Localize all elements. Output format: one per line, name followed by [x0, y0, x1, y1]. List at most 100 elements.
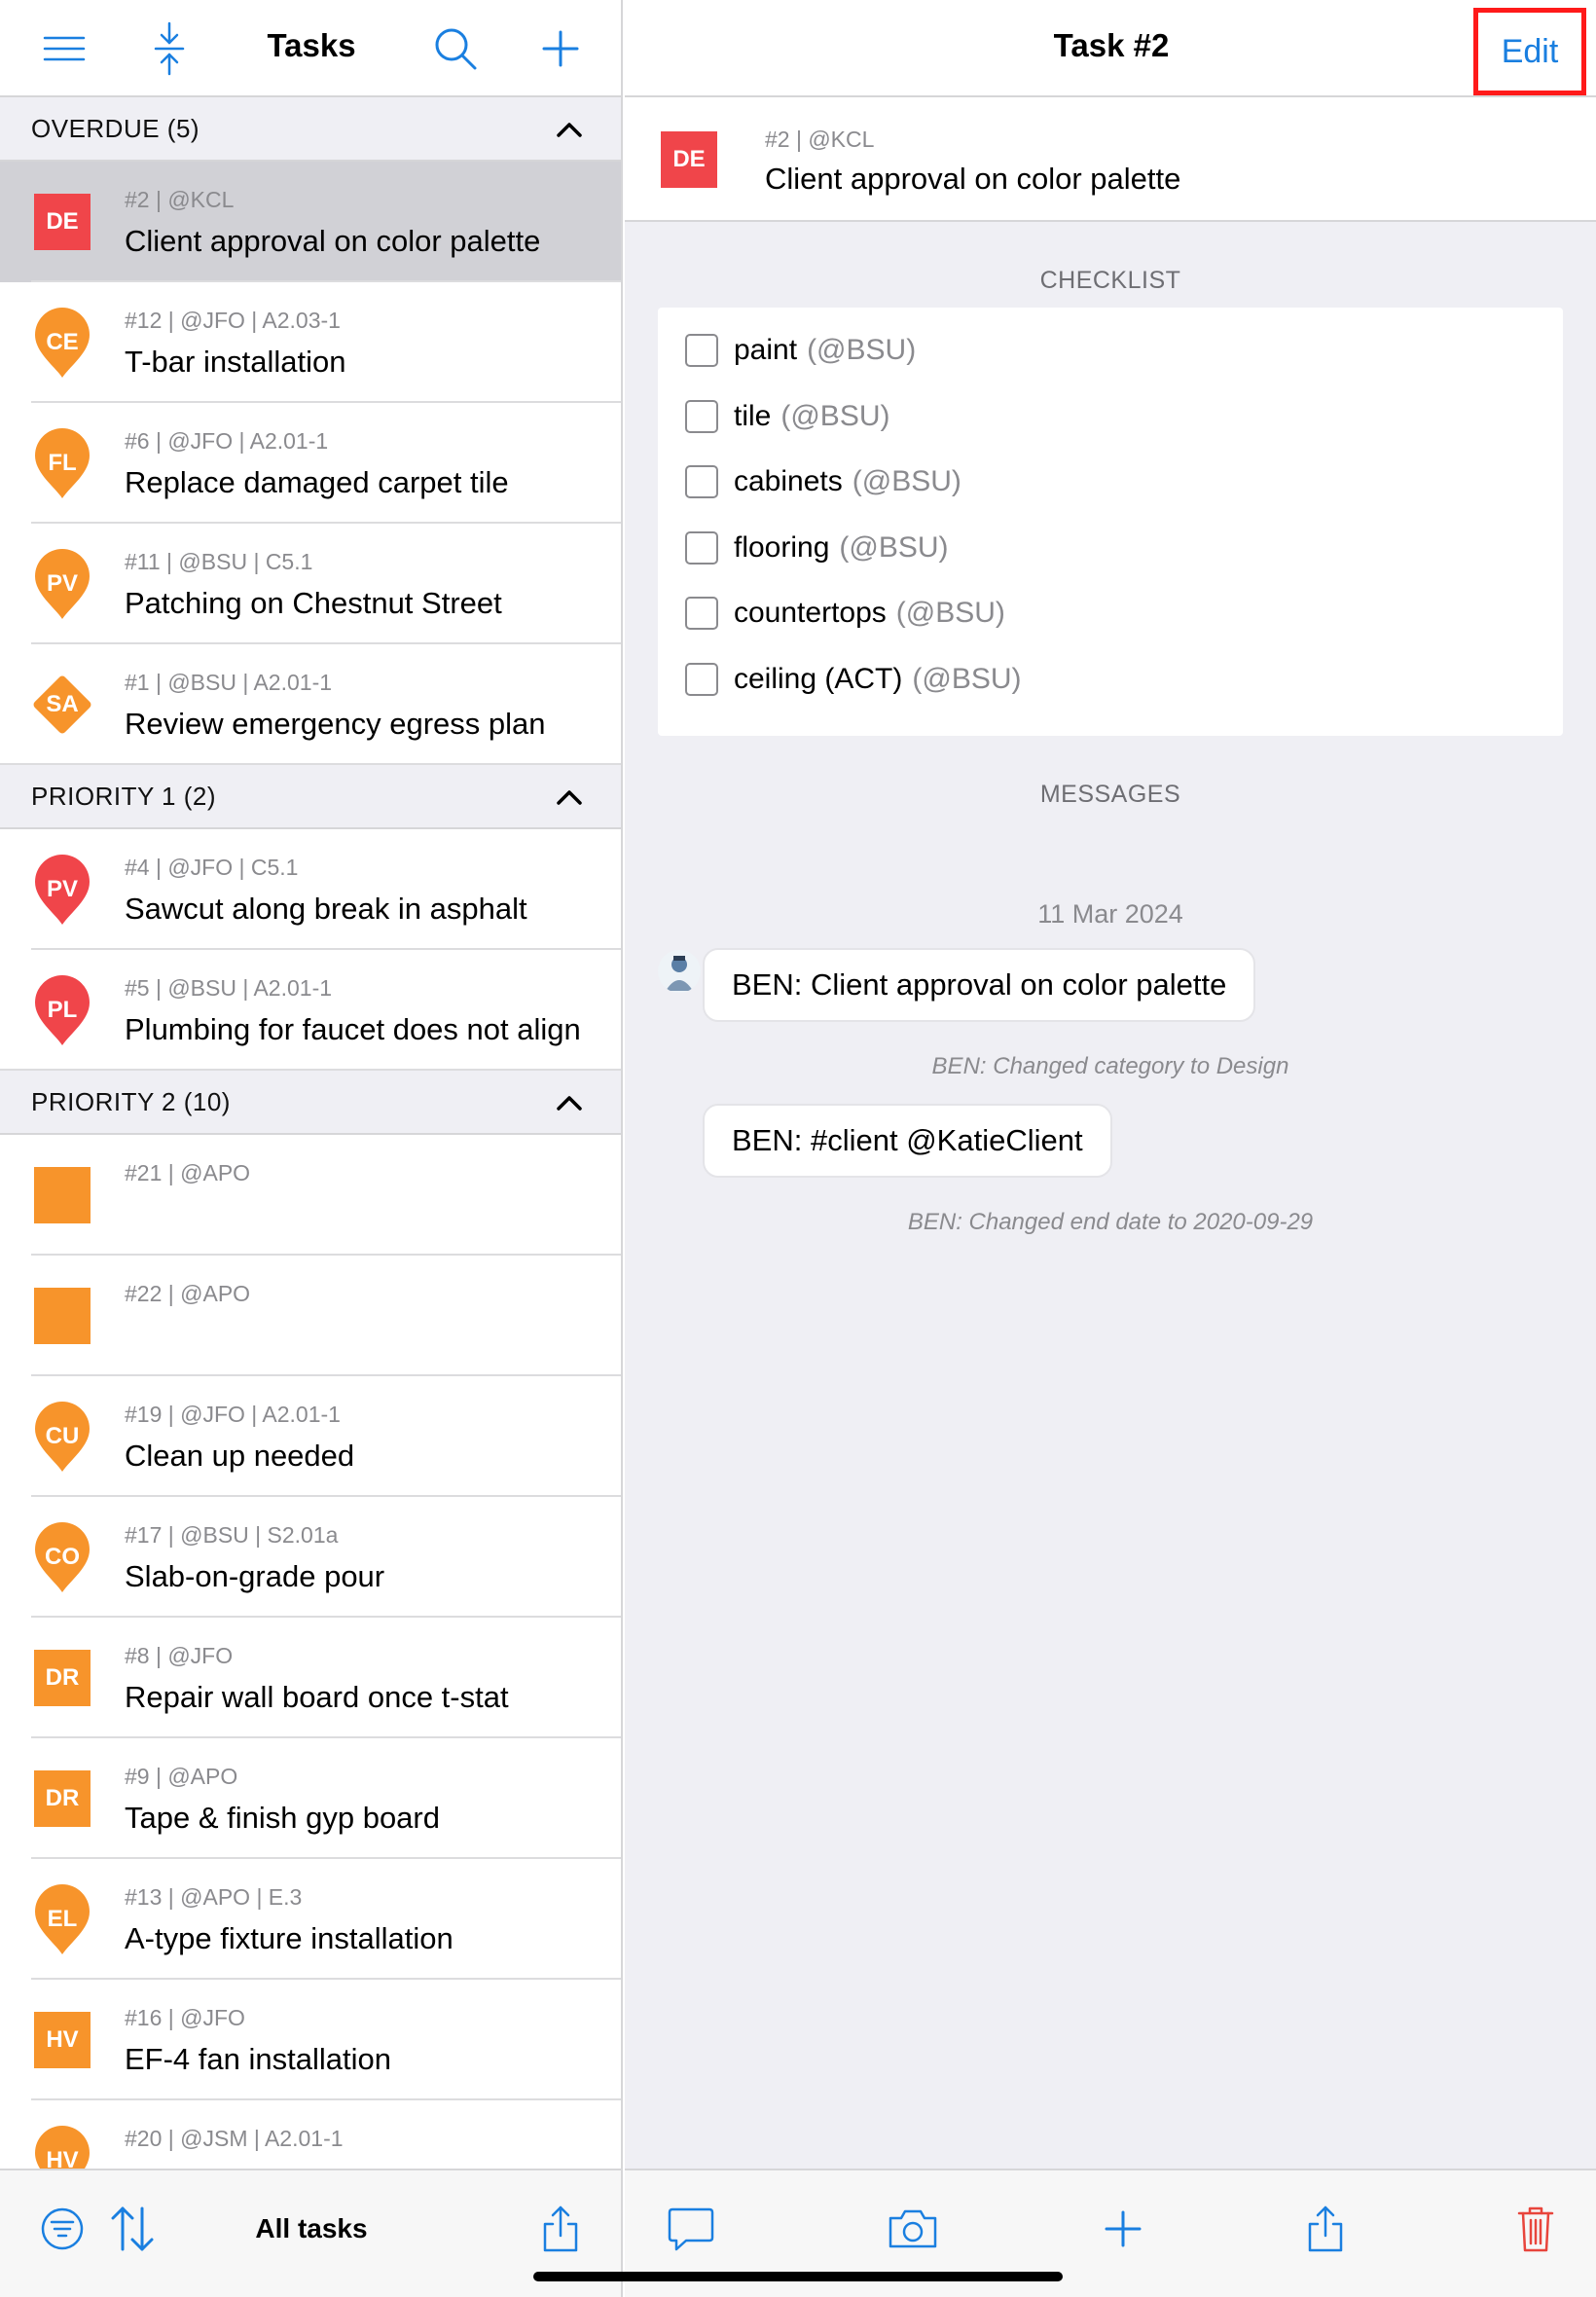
section-header[interactable]: PRIORITY 2 (10) [0, 1071, 621, 1135]
task-row[interactable]: DR #9 | @APO Tape & finish gyp board [0, 1738, 621, 1859]
task-row[interactable]: SA #1 | @BSU | A2.01-1 Review emergency eg… [0, 644, 621, 765]
menu-icon[interactable] [35, 19, 93, 78]
category-badge: DE [660, 130, 718, 189]
chevron-up-icon[interactable] [555, 115, 584, 144]
task-row[interactable]: #21 | @APO [0, 1135, 621, 1256]
checkbox[interactable] [685, 597, 718, 630]
task-meta: #13 | @APO | E.3 [125, 1884, 303, 1910]
share-icon[interactable] [1296, 2200, 1355, 2258]
chevron-up-icon[interactable] [555, 783, 584, 812]
checkbox[interactable] [685, 530, 718, 565]
task-row[interactable]: DR #8 | @JFO Repair wall board once t-stat [0, 1618, 621, 1738]
checklist-item-label: paint [734, 334, 798, 366]
task-row[interactable]: PV #11 | @BSU | C5.1 Patching on Chestnut … [0, 524, 621, 644]
task-row[interactable]: #22 | @APO [0, 1256, 621, 1376]
task-detail-title: Task #2 [1053, 27, 1170, 63]
camera-icon[interactable] [884, 2200, 942, 2258]
task-meta: #16 | @JFO [125, 2005, 245, 2030]
task-row[interactable]: EL #13 | @APO | E.3 A-type fixture install… [0, 1859, 621, 1980]
task-detail-pane: Task #2 Edit DE #2 | @KCL Client approva… [625, 0, 1596, 2297]
task-meta: #5 | @BSU | A2.01-1 [125, 975, 333, 1001]
task-meta: #22 | @APO [125, 1281, 251, 1306]
sort-icon[interactable] [103, 2200, 162, 2258]
task-summary: DE #2 | @KCL Client approval on color pa… [625, 97, 1596, 222]
search-icon[interactable] [426, 19, 485, 78]
category-badge: DR [33, 1769, 91, 1828]
category-badge: PL [33, 975, 91, 1045]
category-badge: DR [33, 1649, 91, 1707]
task-title: Slab-on-grade pour [125, 1559, 385, 1593]
task-row[interactable]: HV #20 | @JSM | A2.01-1 [0, 2100, 621, 2169]
section-header[interactable]: PRIORITY 1 (2) [0, 765, 621, 829]
section-header[interactable]: OVERDUE (5) [0, 97, 621, 162]
task-row[interactable]: CO #17 | @BSU | S2.01a Slab-on-grade pour [0, 1497, 621, 1618]
task-list-title: Tasks [267, 27, 356, 63]
task-meta: #19 | @JFO | A2.01-1 [125, 1402, 341, 1427]
task-list-pane: Tasks OVERDUE (5) DE #2 | @KCL Client appro… [0, 0, 623, 2297]
plus-icon[interactable] [531, 19, 590, 78]
checkbox[interactable] [685, 334, 718, 367]
task-row[interactable]: FL #6 | @JFO | A2.01-1 Replace damaged car… [0, 403, 621, 524]
task-row[interactable]: PL #5 | @BSU | A2.01-1 Plumbing for faucet… [0, 950, 621, 1071]
task-meta: #17 | @BSU | S2.01a [125, 1522, 339, 1548]
task-row[interactable]: DE #2 | @KCL Client approval on color pale… [0, 162, 621, 282]
checklist-item-assignee: (@BSU) [807, 334, 917, 366]
trash-icon[interactable] [1506, 2200, 1565, 2258]
checklist-item-assignee: (@BSU) [852, 465, 961, 497]
comment-icon[interactable] [662, 2200, 720, 2258]
filter-icon[interactable] [33, 2200, 91, 2258]
message-date: 11 Mar 2024 [1037, 899, 1183, 929]
checklist-item[interactable]: paint (@BSU) [685, 329, 916, 372]
task-title: EF-4 fan installation [125, 2042, 391, 2076]
checklist-label: CHECKLIST [1039, 267, 1181, 294]
all-tasks-label[interactable]: All tasks [214, 2213, 409, 2244]
task-meta: #11 | @BSU | C5.1 [125, 549, 313, 574]
task-title: T-bar installation [125, 345, 346, 379]
checklist-item-assignee: (@BSU) [895, 597, 1005, 629]
section-label: PRIORITY 1 (2) [31, 781, 217, 811]
avatar [658, 950, 701, 993]
task-meta: #4 | @JFO | C5.1 [125, 855, 299, 880]
checkbox[interactable] [685, 465, 718, 498]
category-badge [33, 1166, 91, 1224]
task-title: Repair wall board once t-stat [125, 1680, 509, 1714]
task-title: Client approval on color palette [765, 162, 1181, 196]
category-badge: FL [33, 428, 91, 498]
home-indicator [533, 2272, 1063, 2281]
checkbox[interactable] [685, 399, 718, 433]
checklist-item[interactable]: ceiling (ACT) (@BSU) [685, 658, 1022, 701]
task-meta: #2 | @KCL [125, 187, 235, 212]
task-row[interactable]: PV #4 | @JFO | C5.1 Sawcut along break in … [0, 829, 621, 950]
task-title: Tape & finish gyp board [125, 1801, 440, 1835]
task-title: Replace damaged carpet tile [125, 465, 509, 499]
task-row[interactable]: CE #12 | @JFO | A2.03-1 T-bar installation [0, 282, 621, 403]
checkbox[interactable] [685, 662, 718, 696]
checklist-item-assignee: (@BSU) [912, 662, 1022, 695]
checklist-item[interactable]: cabinets (@BSU) [685, 460, 961, 503]
task-meta: #20 | @JSM | A2.01-1 [125, 2126, 344, 2151]
task-meta: #9 | @APO [125, 1764, 238, 1789]
checklist-item-label: cabinets [734, 465, 843, 497]
task-title: Review emergency egress plan [125, 707, 546, 741]
task-title: Client approval on color palette [125, 224, 541, 258]
edit-button[interactable]: Edit [1473, 8, 1586, 95]
chevron-up-icon[interactable] [555, 1088, 584, 1117]
task-row[interactable]: HV #16 | @JFO EF-4 fan installation [0, 1980, 621, 2100]
system-message: BEN: Changed category to Design [931, 1053, 1289, 1079]
checklist-item[interactable]: countertops (@BSU) [685, 592, 1005, 635]
category-badge: CU [33, 1402, 91, 1472]
task-detail-header: Task #2 Edit [625, 0, 1596, 97]
share-icon[interactable] [531, 2200, 590, 2258]
message-bubble[interactable]: BEN: Client approval on color palette [703, 948, 1256, 1022]
category-badge: CO [33, 1522, 91, 1592]
message-bubble[interactable]: BEN: #client @KatieClient [703, 1104, 1112, 1178]
checklist-item[interactable]: flooring (@BSU) [685, 527, 949, 569]
task-row[interactable]: CU #19 | @JFO | A2.01-1 Clean up needed [0, 1376, 621, 1497]
collapse-icon[interactable] [140, 19, 199, 78]
task-meta: #2 | @KCL [765, 127, 875, 152]
checklist-item[interactable]: tile (@BSU) [685, 395, 889, 438]
task-title: A-type fixture installation [125, 1921, 453, 1955]
task-meta: #21 | @APO [125, 1160, 251, 1185]
system-message: BEN: Changed end date to 2020-09-29 [907, 1209, 1314, 1235]
add-item-icon[interactable] [1094, 2200, 1152, 2258]
